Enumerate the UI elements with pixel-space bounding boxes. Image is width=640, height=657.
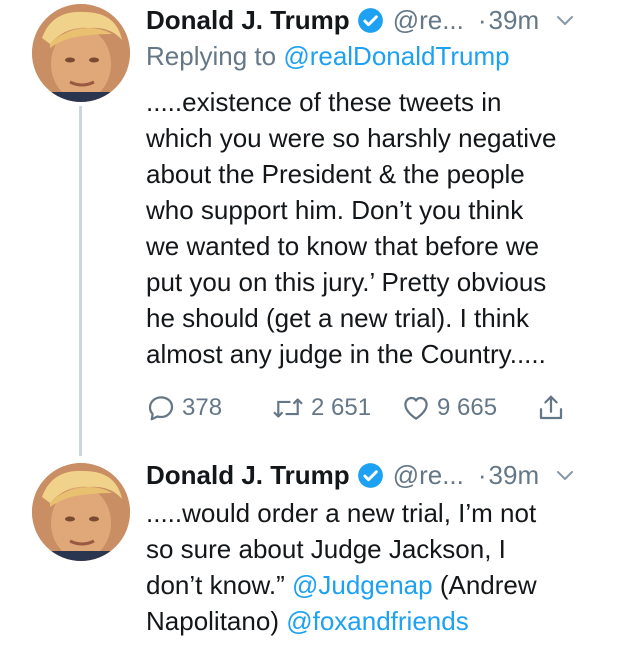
tweet[interactable]: Donald J. Trump @re... · 39m .....would … bbox=[0, 455, 640, 657]
tweet-text-line: put you on this jury.’ Pretty obvious bbox=[146, 267, 547, 297]
chevron-down-icon[interactable] bbox=[555, 10, 575, 30]
author-name[interactable]: Donald J. Trump bbox=[146, 460, 350, 491]
verified-badge-icon bbox=[357, 462, 384, 489]
chevron-down-icon[interactable] bbox=[555, 465, 575, 485]
tweet-text-line: .....existence of these tweets in bbox=[146, 87, 502, 117]
like-count: 9 665 bbox=[437, 394, 498, 421]
share-button[interactable] bbox=[536, 393, 566, 423]
tweet-text-line: don’t know.” @Judgenap (Andrew bbox=[146, 567, 616, 603]
author-name[interactable]: Donald J. Trump bbox=[146, 5, 350, 36]
tweet-text-line: which you were so harshly negative bbox=[146, 123, 557, 153]
retweet-count: 2 651 bbox=[311, 394, 372, 421]
tweet-header: Donald J. Trump @re... · 39m bbox=[146, 0, 620, 40]
reply-icon bbox=[148, 396, 174, 421]
mention-link[interactable]: @Judgenap bbox=[292, 570, 433, 600]
replying-to-label: Replying to bbox=[146, 41, 284, 71]
tweet-text-line: who support him. Don’t you think bbox=[146, 195, 524, 225]
tweet-actions: 378 2 651 9 665 bbox=[146, 388, 620, 428]
tweet-text-line: about the President & the people bbox=[146, 159, 525, 189]
like-button[interactable]: 9 665 bbox=[401, 393, 536, 423]
verified-badge-icon bbox=[357, 7, 384, 34]
tweet-text: .....existence of these tweets in which … bbox=[146, 84, 616, 372]
tweet-timestamp[interactable]: 39m bbox=[489, 5, 540, 36]
retweet-icon bbox=[273, 398, 303, 418]
replying-to: Replying to @realDonaldTrump bbox=[146, 38, 620, 74]
avatar[interactable] bbox=[32, 463, 130, 561]
tweet-text: .....would order a new trial, I’m not so… bbox=[146, 495, 616, 639]
tweet-timestamp[interactable]: 39m bbox=[489, 460, 540, 491]
avatar-image bbox=[32, 4, 130, 102]
tweet-thread: Donald J. Trump @re... · 39m Replying to… bbox=[0, 0, 640, 657]
mention-link[interactable]: @foxandfriends bbox=[286, 606, 469, 636]
replying-to-mention[interactable]: @realDonaldTrump bbox=[283, 41, 509, 71]
retweet-button[interactable]: 2 651 bbox=[271, 393, 401, 423]
thread-connector bbox=[79, 106, 82, 456]
tweet-text-line: so sure about Judge Jackson, I bbox=[146, 534, 506, 564]
tweet-text-fragment: don’t know.” bbox=[146, 570, 292, 600]
tweet-content: Donald J. Trump @re... · 39m .....would … bbox=[146, 455, 620, 639]
reply-count: 378 bbox=[182, 394, 223, 421]
tweet-text-line: Napolitano) @foxandfriends bbox=[146, 603, 616, 639]
heart-icon bbox=[404, 396, 428, 420]
share-icon bbox=[539, 395, 563, 420]
separator-dot: · bbox=[477, 459, 487, 490]
avatar[interactable] bbox=[32, 4, 130, 102]
reply-button[interactable]: 378 bbox=[146, 393, 271, 423]
tweet-content: Donald J. Trump @re... · 39m Replying to… bbox=[146, 0, 620, 428]
tweet-text-line: we wanted to know that before we bbox=[146, 231, 540, 261]
tweet-text-fragment: (Andrew bbox=[432, 570, 537, 600]
tweet[interactable]: Donald J. Trump @re... · 39m Replying to… bbox=[0, 0, 640, 456]
tweet-header: Donald J. Trump @re... · 39m bbox=[146, 455, 620, 495]
author-handle[interactable]: @re... bbox=[393, 460, 464, 491]
tweet-text-line: .....would order a new trial, I’m not bbox=[146, 498, 537, 528]
separator-dot: · bbox=[477, 4, 487, 35]
tweet-text-line: almost any judge in the Country..... bbox=[146, 339, 546, 369]
author-handle[interactable]: @re... bbox=[393, 5, 464, 36]
tweet-text-fragment: Napolitano) bbox=[146, 606, 287, 636]
tweet-text-line: he should (get a new trial). I think bbox=[146, 303, 529, 333]
avatar-image bbox=[32, 463, 130, 561]
